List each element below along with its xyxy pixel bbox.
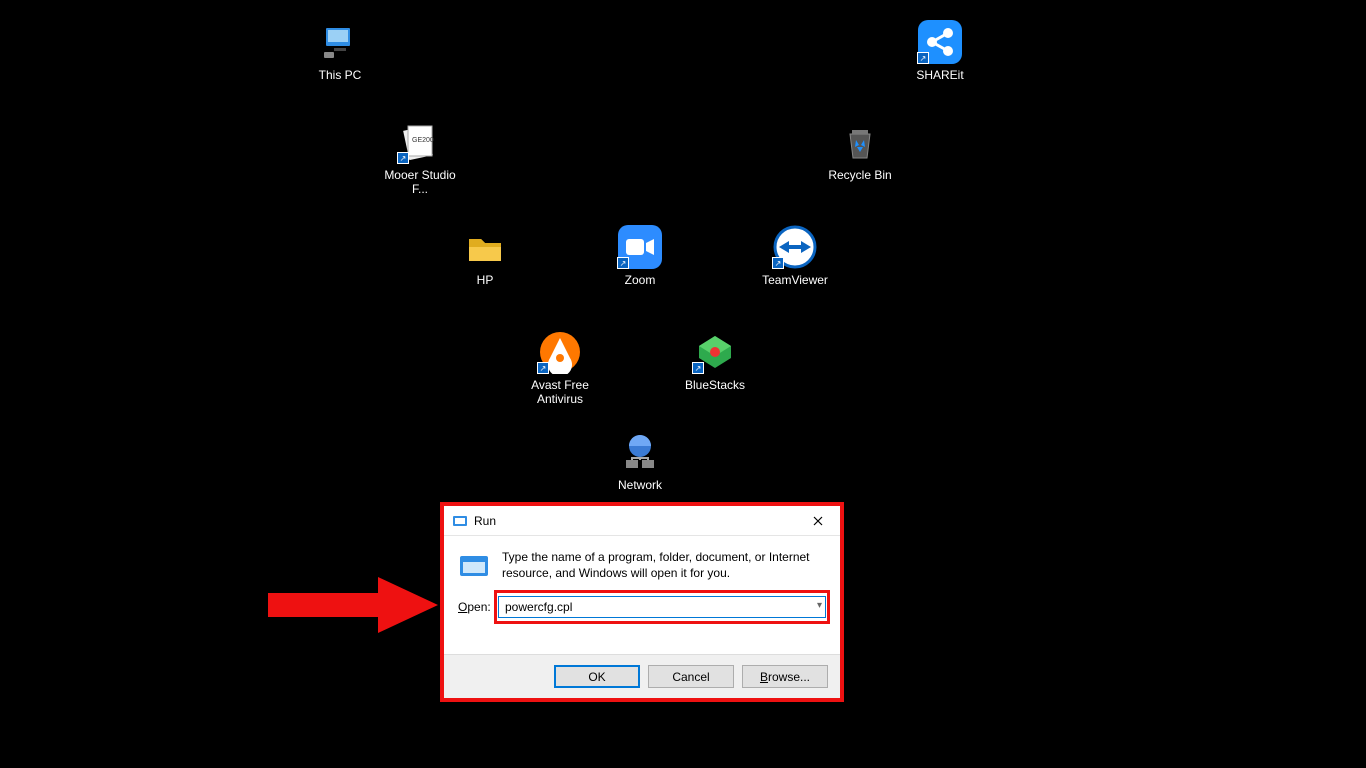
run-titlebar[interactable]: Run	[444, 506, 840, 536]
shortcut-arrow-icon: ↗	[692, 362, 704, 374]
hp-icon	[463, 225, 507, 269]
shortcut-arrow-icon: ↗	[397, 152, 409, 164]
desktop-icon-label: TeamViewer	[762, 273, 828, 287]
desktop-icon-label: Zoom	[625, 273, 656, 287]
desktop-icon-label: HP	[477, 273, 494, 287]
open-input[interactable]	[498, 596, 826, 618]
shortcut-arrow-icon: ↗	[617, 257, 629, 269]
desktop-icon-shareit[interactable]: ↗ SHAREit	[900, 20, 980, 82]
close-icon	[813, 516, 823, 526]
annotation-frame-run: Run Type the name of a program, folder, …	[440, 502, 844, 702]
run-body: Type the name of a program, folder, docu…	[444, 536, 840, 654]
desktop-icon-teamviewer[interactable]: ↗ TeamViewer	[755, 225, 835, 287]
run-description: Type the name of a program, folder, docu…	[502, 550, 826, 582]
run-button-row: OK Cancel Browse...	[444, 654, 840, 698]
desktop-icon-recycle[interactable]: Recycle Bin	[820, 120, 900, 182]
run-icon	[452, 513, 468, 529]
open-label: Open:	[458, 600, 498, 614]
desktop-icon-hp[interactable]: HP	[445, 225, 525, 287]
run-dialog: Run Type the name of a program, folder, …	[444, 506, 840, 698]
desktop-icon-this-pc[interactable]: This PC	[300, 20, 380, 82]
desktop-icon-label: SHAREit	[916, 68, 963, 82]
desktop-icon-label: This PC	[319, 68, 362, 82]
run-title: Run	[474, 514, 795, 528]
ok-button[interactable]: OK	[554, 665, 640, 688]
recycle-icon	[838, 120, 882, 164]
desktop-icon-label: Network	[618, 478, 662, 492]
network-icon	[618, 430, 662, 474]
browse-button[interactable]: Browse...	[742, 665, 828, 688]
desktop-icon-bluestacks[interactable]: ↗ BlueStacks	[675, 330, 755, 392]
run-app-icon	[458, 550, 490, 582]
shortcut-arrow-icon: ↗	[772, 257, 784, 269]
desktop-icon-label: Recycle Bin	[828, 168, 891, 182]
svg-text:GE200: GE200	[412, 137, 434, 144]
desktop-icon-zoom[interactable]: ↗ Zoom	[600, 225, 680, 287]
this-pc-icon	[318, 20, 362, 64]
desktop-icon-label: BlueStacks	[685, 378, 745, 392]
annotation-arrow	[268, 575, 438, 635]
desktop-icon-label: Mooer Studio F...	[380, 168, 460, 197]
desktop-icon-label: Avast Free Antivirus	[520, 378, 600, 407]
shortcut-arrow-icon: ↗	[917, 52, 929, 64]
cancel-button[interactable]: Cancel	[648, 665, 734, 688]
desktop-icon-mooer[interactable]: GE200 ↗ Mooer Studio F...	[380, 120, 460, 197]
close-button[interactable]	[795, 506, 840, 536]
desktop-icon-avast[interactable]: ↗ Avast Free Antivirus	[520, 330, 600, 407]
desktop-icon-network[interactable]: Network	[600, 430, 680, 492]
shortcut-arrow-icon: ↗	[537, 362, 549, 374]
